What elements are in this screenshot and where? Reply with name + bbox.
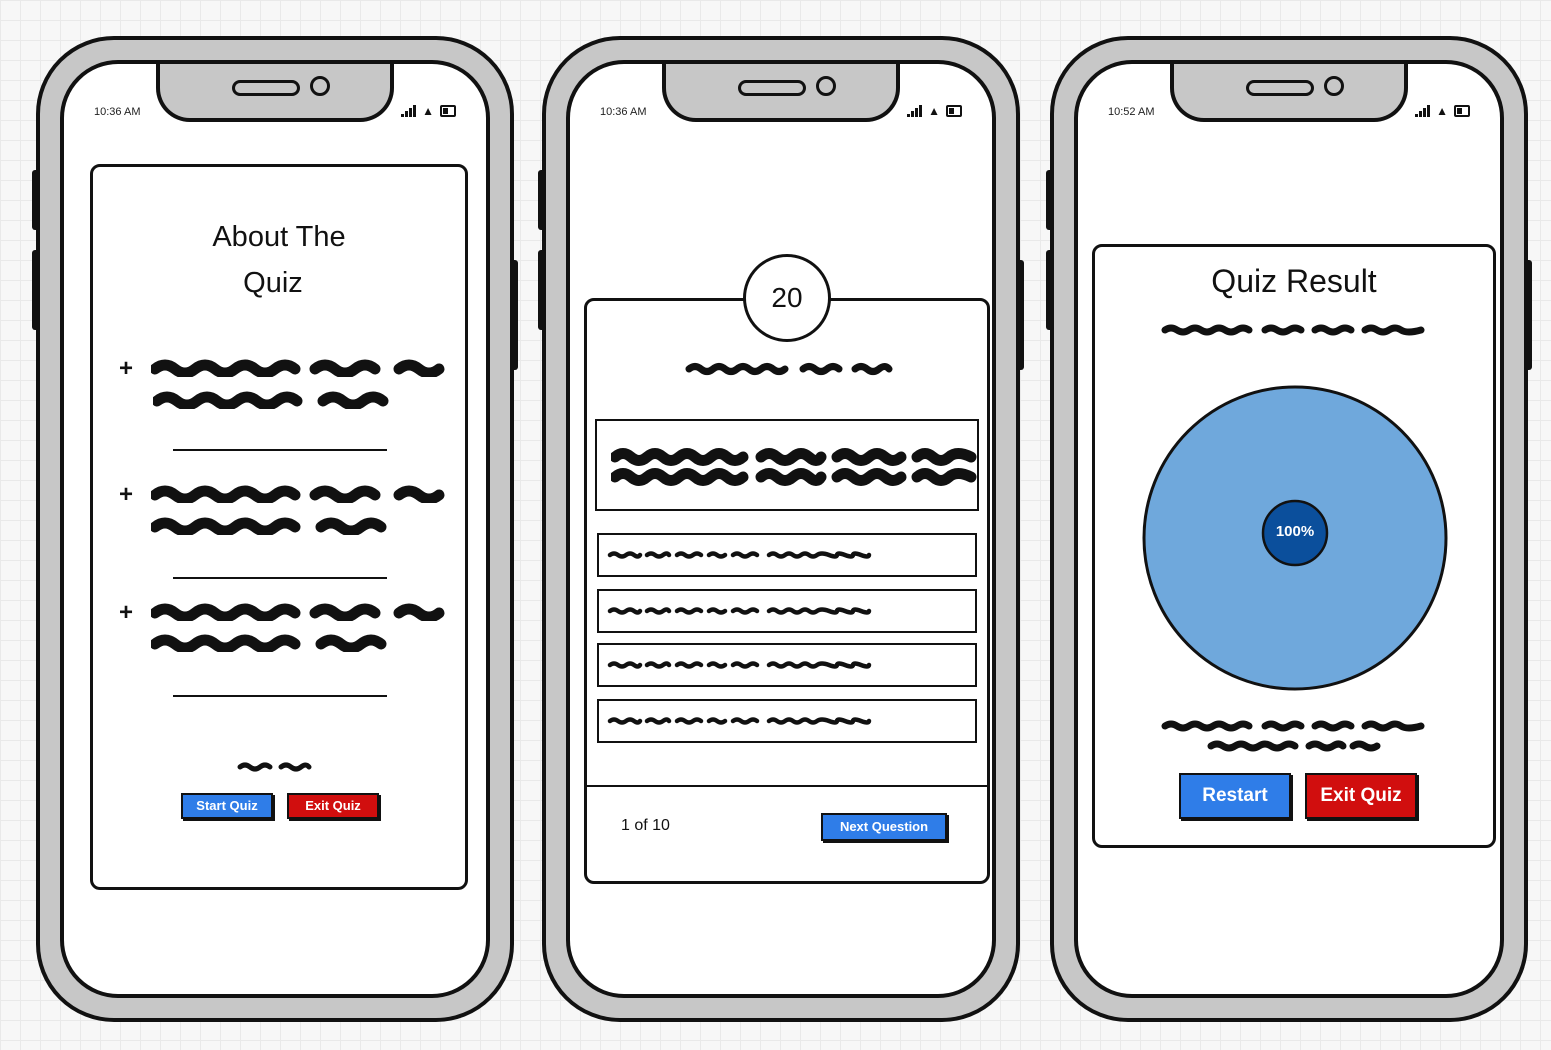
phone-screen: 10:36 AM ▲ About The Quiz + + + Start Qu… bbox=[60, 60, 490, 998]
placeholder-text bbox=[237, 761, 313, 775]
status-time: 10:52 AM bbox=[1108, 106, 1155, 118]
notch bbox=[662, 64, 900, 122]
question-text bbox=[611, 448, 977, 486]
answer-text bbox=[607, 661, 872, 669]
question-text-box bbox=[595, 419, 979, 511]
answer-text bbox=[607, 607, 872, 615]
result-title: Quiz Result bbox=[1211, 263, 1377, 299]
signal-icon bbox=[907, 105, 923, 117]
phone-screen: 10:36 AM ▲ 1 of 10 Next Question 20 bbox=[566, 60, 996, 998]
power-button bbox=[1524, 260, 1532, 370]
power-button bbox=[510, 260, 518, 370]
placeholder-text bbox=[1207, 739, 1387, 753]
wifi-icon: ▲ bbox=[1436, 104, 1448, 118]
battery-icon bbox=[946, 105, 962, 117]
camera bbox=[310, 76, 330, 96]
restart-button[interactable]: Restart bbox=[1179, 773, 1291, 819]
start-quiz-button[interactable]: Start Quiz bbox=[181, 793, 273, 819]
phone-frame-question: 10:36 AM ▲ 1 of 10 Next Question 20 bbox=[538, 36, 1024, 1022]
volume-button bbox=[1046, 170, 1054, 230]
placeholder-text bbox=[151, 634, 396, 652]
exit-quiz-button[interactable]: Exit Quiz bbox=[1305, 773, 1417, 819]
placeholder-text bbox=[153, 391, 398, 409]
question-card: 1 of 10 Next Question bbox=[584, 298, 990, 884]
about-card: About The Quiz + + + Start Quiz Exit Qui… bbox=[90, 164, 468, 890]
volume-button bbox=[32, 250, 40, 330]
bullet-plus: + bbox=[119, 599, 134, 626]
timer-circle: 20 bbox=[743, 254, 831, 342]
exit-quiz-button[interactable]: Exit Quiz bbox=[287, 793, 379, 819]
score-label: 100% bbox=[1275, 523, 1315, 540]
status-icons: ▲ bbox=[1415, 104, 1470, 118]
phone-screen: 10:52 AM ▲ Quiz Result 100% Restart Exit… bbox=[1074, 60, 1504, 998]
speaker bbox=[738, 80, 806, 96]
status-time: 10:36 AM bbox=[600, 106, 647, 118]
notch bbox=[156, 64, 394, 122]
status-icons: ▲ bbox=[907, 104, 962, 118]
answer-option[interactable] bbox=[597, 699, 977, 743]
answer-option[interactable] bbox=[597, 533, 977, 577]
question-heading bbox=[685, 361, 895, 375]
about-title-line2: Quiz bbox=[243, 267, 303, 299]
camera bbox=[1324, 76, 1344, 96]
placeholder-text bbox=[151, 517, 396, 535]
about-title-line1: About The bbox=[212, 221, 346, 253]
speaker bbox=[232, 80, 300, 96]
phone-frame-about: 10:36 AM ▲ About The Quiz + + + Start Qu… bbox=[32, 36, 518, 1022]
placeholder-text bbox=[151, 603, 446, 621]
status-icons: ▲ bbox=[401, 104, 456, 118]
bullet-plus: + bbox=[119, 355, 134, 382]
divider bbox=[173, 695, 387, 697]
signal-icon bbox=[401, 105, 417, 117]
divider bbox=[173, 449, 387, 451]
volume-button bbox=[538, 170, 546, 230]
wifi-icon: ▲ bbox=[928, 104, 940, 118]
result-card: Quiz Result 100% Restart Exit Quiz bbox=[1092, 244, 1496, 848]
notch bbox=[1170, 64, 1408, 122]
answer-option[interactable] bbox=[597, 589, 977, 633]
question-progress: 1 of 10 bbox=[621, 817, 670, 834]
volume-button bbox=[1046, 250, 1054, 330]
wifi-icon: ▲ bbox=[422, 104, 434, 118]
camera bbox=[816, 76, 836, 96]
status-time: 10:36 AM bbox=[94, 106, 141, 118]
answer-option[interactable] bbox=[597, 643, 977, 687]
speaker bbox=[1246, 80, 1314, 96]
power-button bbox=[1016, 260, 1024, 370]
volume-button bbox=[538, 250, 546, 330]
phone-frame-result: 10:52 AM ▲ Quiz Result 100% Restart Exit… bbox=[1046, 36, 1532, 1022]
battery-icon bbox=[1454, 105, 1470, 117]
placeholder-text bbox=[1161, 323, 1431, 337]
battery-icon bbox=[440, 105, 456, 117]
placeholder-text bbox=[151, 485, 446, 503]
placeholder-text bbox=[1161, 719, 1431, 733]
bullet-plus: + bbox=[119, 481, 134, 508]
next-question-button[interactable]: Next Question bbox=[821, 813, 947, 841]
answer-text bbox=[607, 717, 872, 725]
volume-button bbox=[32, 170, 40, 230]
placeholder-text bbox=[151, 359, 446, 377]
divider bbox=[173, 577, 387, 579]
footer-divider bbox=[587, 785, 987, 787]
signal-icon bbox=[1415, 105, 1431, 117]
answer-text bbox=[607, 551, 872, 559]
